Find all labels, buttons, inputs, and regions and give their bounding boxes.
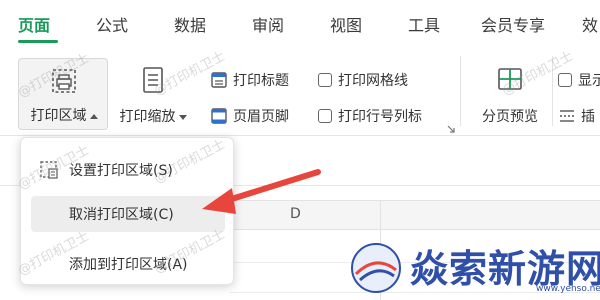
logo-url: www.yenso.net [536,284,600,294]
insert-button[interactable]: 插 [558,106,595,126]
tab-tools[interactable]: 工具 [408,12,440,36]
show-checkbox[interactable]: 显示 [558,70,600,90]
site-logo: 焱索新游网 www.yenso.net [340,236,600,300]
ribbon-group-divider [460,56,461,126]
print-title-label: 打印标题 [233,73,289,89]
chevron-down-icon [178,114,187,120]
dialog-launcher-icon[interactable] [446,124,456,134]
header-footer-button[interactable]: 页眉页脚 [210,106,289,126]
column-header-d[interactable]: D [290,206,301,222]
print-title-icon [211,72,227,88]
active-tab-indicator [18,40,58,43]
print-title-button[interactable]: 打印标题 [210,70,289,90]
checkbox-box[interactable] [318,109,332,123]
tab-page-layout[interactable]: 页面 [18,12,50,36]
checkbox-box[interactable] [318,73,332,87]
tab-review[interactable]: 审阅 [252,12,284,36]
print-row-col-headers-label: 打印行号列标 [338,109,422,125]
tab-member[interactable]: 会员专享 [481,12,545,36]
tab-formulas[interactable]: 公式 [96,12,128,36]
tab-view[interactable]: 视图 [330,12,362,36]
menu-item-cancel-print-area[interactable]: 取消打印区域(C) [31,196,225,232]
print-gridlines-label: 打印网格线 [338,73,408,89]
page-break-preview-label: 分页预览 [482,109,538,125]
column-header-bar [230,200,600,230]
chevron-up-icon [89,113,98,119]
header-footer-label: 页眉页脚 [233,109,289,125]
insert-page-break-icon [560,110,574,122]
logo-emblem-icon [351,243,401,293]
tab-partial[interactable]: 效 [582,12,598,36]
print-scale-label: 打印缩放 [119,109,176,125]
print-area-label: 打印区域 [30,108,87,124]
ribbon-tab-bar: 页面 公式 数据 审阅 视图 工具 会员专享 效 [0,0,600,46]
header-footer-icon [211,108,227,124]
show-label: 显示 [578,73,600,89]
checkbox-box[interactable] [558,73,572,87]
tab-data[interactable]: 数据 [174,12,206,36]
insert-label: 插 [581,109,595,125]
menu-item-label: 取消打印区域(C) [69,207,174,223]
print-row-col-headers-checkbox[interactable]: 打印行号列标 [318,106,422,126]
print-gridlines-checkbox[interactable]: 打印网格线 [318,70,408,90]
